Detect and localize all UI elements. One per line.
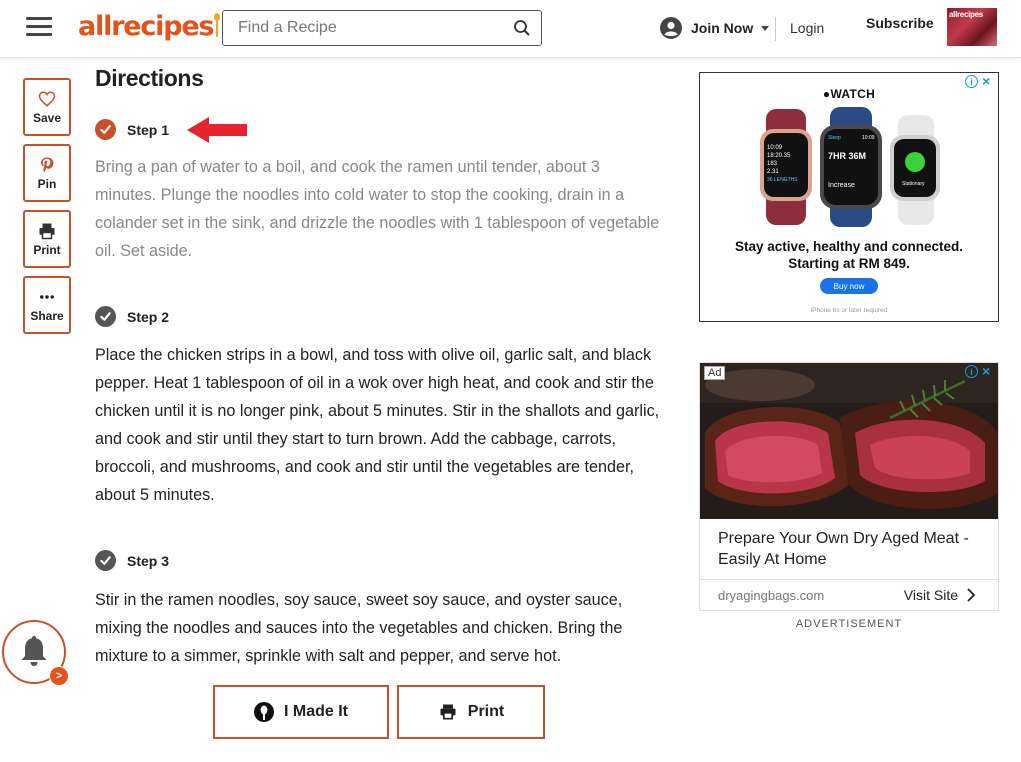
user-avatar-icon — [660, 17, 682, 39]
print-side-label: Print — [33, 242, 61, 257]
search-box — [222, 10, 542, 46]
buy-now-button[interactable]: Buy now — [820, 278, 878, 294]
checkmark-icon — [100, 125, 111, 134]
step-1-header: Step 1 — [95, 119, 169, 140]
watch-1-text-0: 10:09 — [767, 145, 783, 151]
watch-2-text-3: Increase — [828, 182, 855, 189]
notification-badge[interactable]: > — [49, 666, 69, 686]
printer-icon — [39, 223, 55, 239]
meat-ad-domain: dryagingbags.com — [718, 588, 825, 603]
watch-1-text-3: 2.31 — [767, 169, 779, 175]
header-divider — [775, 17, 776, 41]
save-label: Save — [32, 110, 62, 125]
subscribe-link[interactable]: Subscribe — [866, 15, 934, 31]
magazine-cover-image[interactable]: allrecipes — [947, 8, 997, 46]
step-2-header: Step 2 — [95, 306, 169, 327]
bell-icon — [21, 636, 47, 666]
join-now-label: Join Now — [691, 20, 754, 36]
join-now-dropdown[interactable]: Join Now — [660, 16, 770, 40]
pinterest-icon — [41, 157, 54, 172]
watch-3-text-1: Stationary — [902, 181, 925, 187]
spoon-icon — [214, 13, 221, 37]
heart-icon — [38, 90, 56, 107]
search-input[interactable] — [238, 19, 498, 37]
ad-close-icon[interactable]: × — [982, 364, 995, 378]
save-button[interactable]: Save — [23, 78, 71, 136]
pin-label: Pin — [37, 176, 57, 191]
share-button[interactable]: Share — [23, 276, 71, 334]
login-link[interactable]: Login — [790, 20, 824, 36]
chevron-right-icon — [967, 588, 976, 602]
watch-2-text-0: Sleep — [828, 135, 841, 141]
red-arrow-annotation — [187, 117, 247, 143]
ad-label-badge: Ad — [704, 366, 726, 380]
checkmark-icon — [100, 556, 111, 565]
chevron-down-icon — [761, 25, 770, 31]
watch-1-text-4: 36 LENGTHS — [767, 177, 798, 183]
print-button[interactable]: Print — [397, 685, 545, 739]
meat-ad-headline[interactable]: Prepare Your Own Dry Aged Meat - Easily … — [718, 528, 988, 570]
step-3-text: Stir in the ramen noodles, soy sauce, sw… — [95, 591, 623, 665]
allrecipes-spoon-icon — [253, 702, 274, 722]
ad-info-icon[interactable]: i — [965, 365, 978, 378]
watch-2-text-1: 10:09 — [862, 135, 875, 141]
watch-ad-headline: Stay active, healthy and connected. Star… — [734, 239, 964, 271]
step-2-title: Step 2 — [127, 308, 170, 325]
search-icon[interactable] — [513, 19, 531, 37]
more-icon — [40, 294, 54, 299]
watch-1-text-1: 18:20.35 — [767, 153, 791, 159]
advertisement-label: ADVERTISEMENT — [795, 618, 903, 630]
i-made-it-label: I Made It — [283, 703, 348, 720]
site-header: allrecipes Join Now Login Subscribe allr… — [0, 0, 1021, 58]
printer-icon — [440, 704, 456, 720]
allrecipes-logo[interactable]: allrecipes — [78, 11, 221, 42]
pin-button[interactable]: Pin — [23, 144, 71, 202]
watch-1-text-2: 183 — [767, 161, 778, 167]
visit-site-button[interactable]: Visit Site — [904, 587, 976, 603]
visit-site-label: Visit Site — [903, 587, 958, 603]
step-checkbox-checked[interactable] — [95, 119, 116, 140]
share-label: Share — [30, 308, 64, 323]
menu-icon[interactable] — [26, 17, 52, 37]
watch-brand: ●WATCH — [822, 87, 876, 101]
step-3-title: Step 3 — [127, 552, 170, 569]
step-checkbox[interactable] — [95, 306, 116, 327]
checkmark-icon — [100, 312, 111, 321]
print-label: Print — [467, 703, 505, 720]
print-side-button[interactable]: Print — [23, 210, 71, 268]
magazine-title: allrecipes — [949, 10, 983, 19]
directions-heading: Directions — [95, 65, 204, 91]
watch-ad-fine-print: iPhone 6s or later required — [810, 307, 888, 314]
ad-divider — [700, 579, 998, 580]
step-1-text: Bring a pan of water to a boil, and cook… — [95, 158, 660, 260]
step-checkbox[interactable] — [95, 550, 116, 571]
apple-watches-image: 10:09 18:20.35 183 2.31 36 LENGTHS Stati… — [760, 107, 940, 227]
step-3-header: Step 3 — [95, 550, 169, 571]
i-made-it-button[interactable]: I Made It — [213, 685, 389, 739]
steak-image — [700, 363, 998, 519]
step-2-text: Place the chicken strips in a bowl, and … — [95, 346, 660, 504]
step-1-title: Step 1 — [127, 121, 170, 138]
ad-choices: i × — [965, 364, 995, 378]
watch-advertisement[interactable]: i × ●WATCH 10:09 18:20.35 183 2.31 36 LE… — [699, 72, 999, 322]
meat-advertisement[interactable]: Ad i × Prepare Your Own Dry Aged Meat - … — [699, 362, 999, 611]
watch-2-text-2: 7HR 36M — [828, 151, 866, 161]
